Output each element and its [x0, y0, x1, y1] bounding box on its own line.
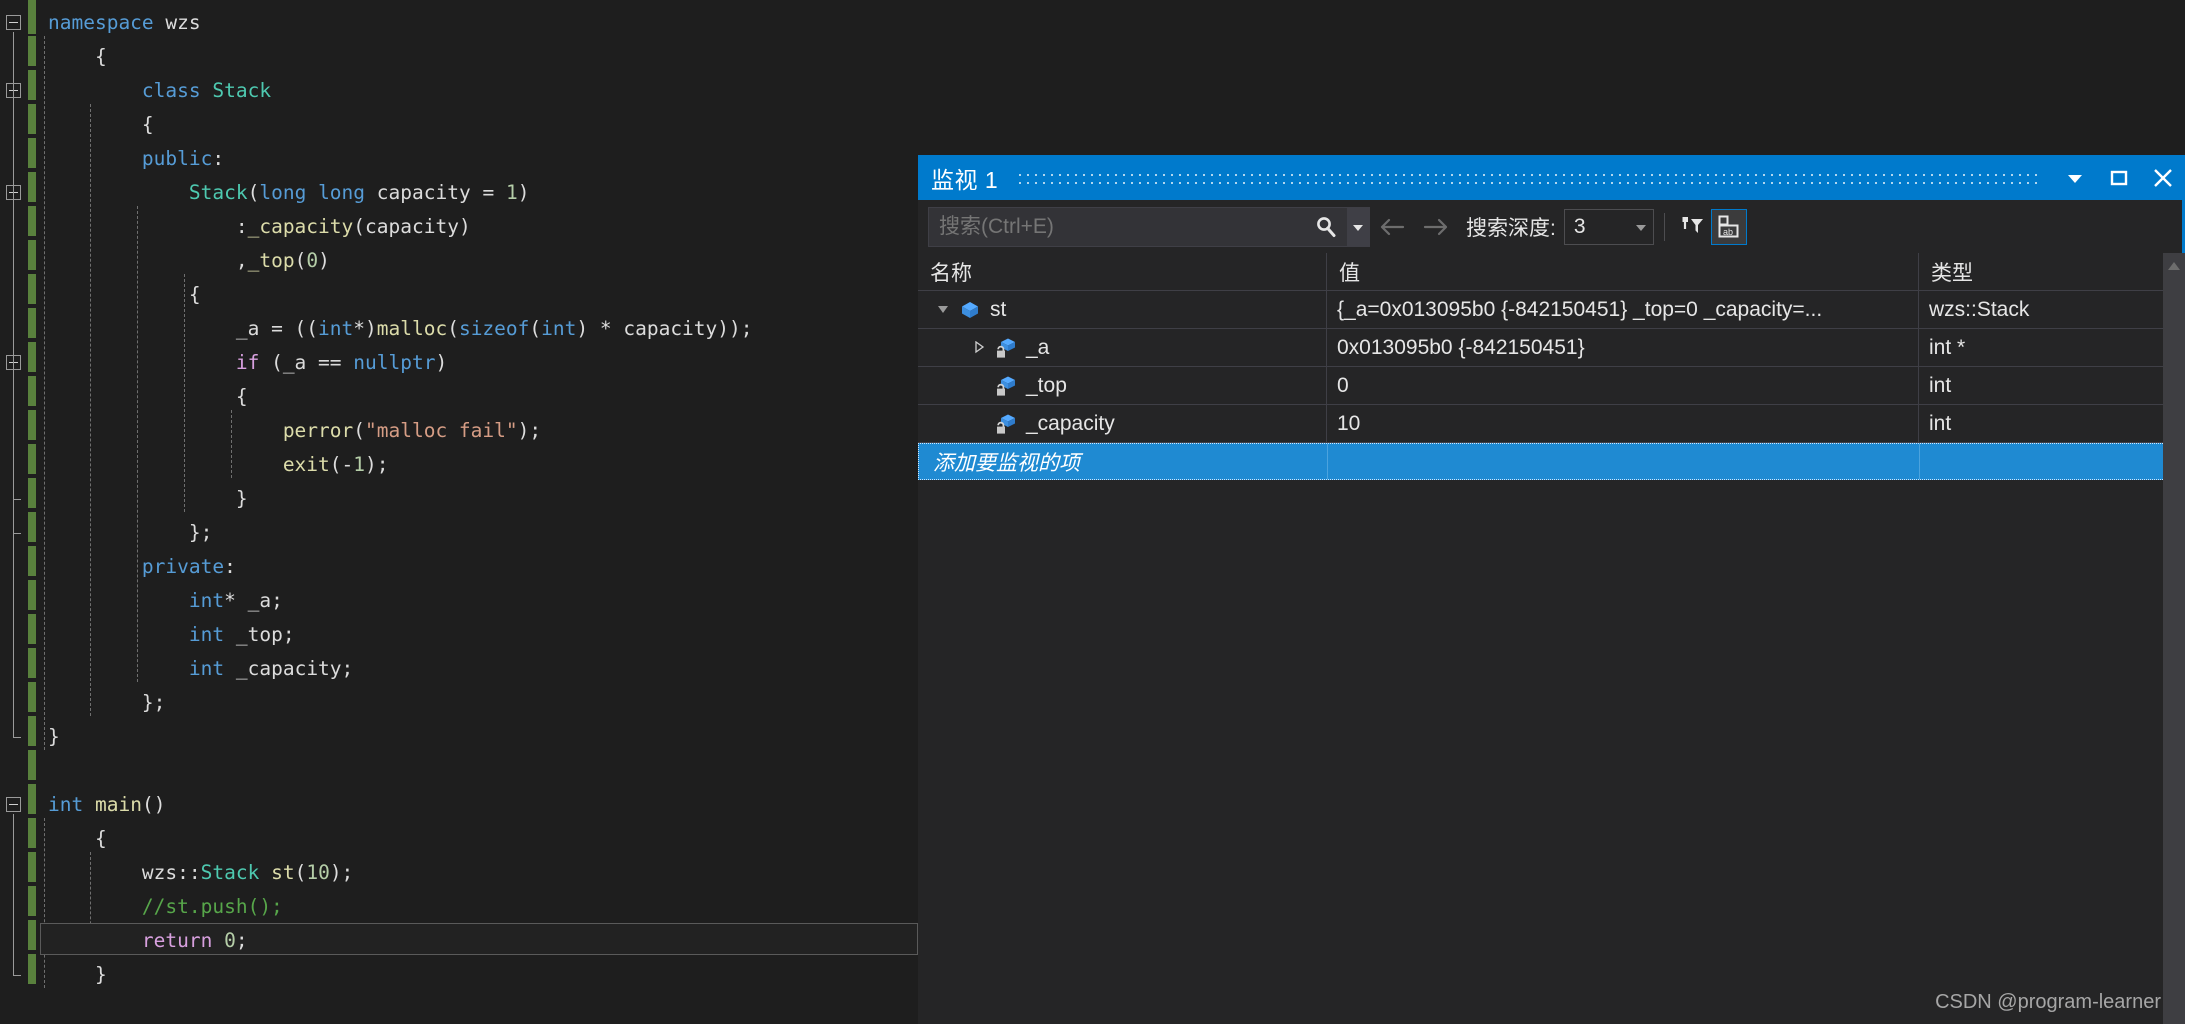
scroll-up-icon[interactable]: [2163, 253, 2185, 279]
code-line[interactable]: }: [0, 482, 753, 516]
code-line[interactable]: int main(): [0, 788, 753, 822]
watch-table[interactable]: 名称 值 类型 st {_a=0x013095b0 {-842150451} _t…: [918, 253, 2185, 1024]
add-watch-item-value[interactable]: [1328, 444, 1920, 479]
add-watch-item-row[interactable]: 添加要监视的项: [918, 443, 2185, 480]
watch-row-value[interactable]: 0x013095b0 {-842150451}: [1327, 329, 1919, 366]
maximize-icon[interactable]: [2097, 155, 2141, 200]
watch-toolbar[interactable]: 搜索深度: 3 ab: [918, 200, 2185, 253]
code-line[interactable]: int* _a;: [0, 584, 753, 618]
watch-row-name: _capacity: [1026, 411, 1115, 435]
code-line[interactable]: private:: [0, 550, 753, 584]
object-cube-icon: [956, 299, 984, 321]
code-line[interactable]: {: [0, 278, 753, 312]
close-icon[interactable]: [2141, 155, 2185, 200]
search-depth-value: 3: [1573, 214, 1586, 238]
pin-filter-icon[interactable]: [1675, 209, 1711, 245]
chevron-down-icon[interactable]: [2053, 155, 2097, 200]
search-next-arrow-right-icon[interactable]: [1414, 207, 1458, 247]
row-expander-collapse-icon[interactable]: [930, 303, 956, 316]
code-line[interactable]: int _capacity;: [0, 652, 753, 686]
code-line[interactable]: };: [0, 686, 753, 720]
code-line[interactable]: exit(-1);: [0, 448, 753, 482]
watch-row-name: st: [990, 297, 1007, 321]
watch-vertical-scrollbar[interactable]: [2163, 253, 2185, 1024]
ab-display-icon[interactable]: ab: [1710, 208, 1747, 245]
table-row[interactable]: _a 0x013095b0 {-842150451} int *: [918, 329, 2185, 367]
watch-row-name: _top: [1026, 373, 1067, 397]
code-line[interactable]: [0, 754, 753, 788]
code-line[interactable]: public:: [0, 142, 753, 176]
watch-row-value[interactable]: 10: [1327, 405, 1919, 442]
column-header-type[interactable]: 类型: [1919, 253, 2185, 290]
add-watch-item-label[interactable]: 添加要监视的项: [919, 444, 1328, 479]
watch-table-body[interactable]: st {_a=0x013095b0 {-842150451} _top=0 _ca…: [918, 291, 2185, 443]
code-line[interactable]: {: [0, 108, 753, 142]
code-line[interactable]: int _top;: [0, 618, 753, 652]
code-line[interactable]: if (_a == nullptr): [0, 346, 753, 380]
watch-row-name-cell[interactable]: _top: [918, 367, 1327, 404]
row-expander-expand-icon[interactable]: [966, 341, 992, 354]
column-header-value[interactable]: 值: [1327, 253, 1919, 290]
table-row[interactable]: st {_a=0x013095b0 {-842150451} _top=0 _ca…: [918, 291, 2185, 329]
code-line[interactable]: }: [0, 958, 753, 992]
watch-window[interactable]: 监视 1 搜索(Ctrl+E) 搜索深度: 3 ab 名称 值 类型 st {_…: [918, 155, 2185, 1024]
search-depth-select[interactable]: 3: [1563, 208, 1654, 245]
watch-row-type: int: [1929, 411, 1952, 435]
search-options-chevron-down-icon[interactable]: [1347, 207, 1369, 246]
code-line[interactable]: //st.push();: [0, 890, 753, 924]
private-field-icon: [992, 336, 1020, 360]
code-line[interactable]: }: [0, 720, 753, 754]
add-watch-item-type[interactable]: [1920, 444, 2184, 479]
code-line[interactable]: _a = ((int*)malloc(sizeof(int) * capacit…: [0, 312, 753, 346]
toolbar-separator: [1663, 212, 1665, 241]
code-line[interactable]: {: [0, 380, 753, 414]
titlebar-drag-handle[interactable]: [1016, 168, 2037, 187]
watch-row-type: int *: [1929, 335, 1966, 359]
table-row[interactable]: _top 0 int: [918, 367, 2185, 405]
code-line[interactable]: };: [0, 516, 753, 550]
watch-row-value[interactable]: {_a=0x013095b0 {-842150451} _top=0 _capa…: [1327, 291, 1919, 328]
code-line[interactable]: return 0;: [0, 924, 753, 958]
watch-row-type: wzs::Stack: [1929, 297, 2030, 321]
code-line[interactable]: :_capacity(capacity): [0, 210, 753, 244]
code-line[interactable]: wzs::Stack st(10);: [0, 856, 753, 890]
code-line[interactable]: class Stack: [0, 74, 753, 108]
private-field-icon: [992, 412, 1020, 436]
search-icon[interactable]: [1305, 208, 1347, 246]
search-box[interactable]: [928, 206, 1370, 247]
code-editor[interactable]: namespace wzs { class Stack { public: St…: [0, 0, 918, 1024]
search-input[interactable]: [929, 213, 1305, 240]
code-line[interactable]: perror("malloc fail");: [0, 414, 753, 448]
watch-window-titlebar[interactable]: 监视 1: [918, 155, 2185, 200]
watch-window-title: 监视 1: [931, 166, 999, 193]
watch-row-name-cell[interactable]: _a: [918, 329, 1327, 366]
code-line[interactable]: namespace wzs: [0, 6, 753, 40]
watch-row-value[interactable]: 0: [1327, 367, 1919, 404]
watch-row-name-cell[interactable]: st: [918, 291, 1327, 328]
search-prev-arrow-left-icon[interactable]: [1370, 207, 1414, 247]
table-row[interactable]: _capacity 10 int: [918, 405, 2185, 443]
watch-row-name: _a: [1026, 335, 1050, 359]
watch-table-header[interactable]: 名称 值 类型: [918, 253, 2185, 291]
private-field-icon: [992, 374, 1020, 398]
watch-row-name-cell[interactable]: _capacity: [918, 405, 1327, 442]
column-header-name[interactable]: 名称: [918, 253, 1327, 290]
svg-text:ab: ab: [1723, 227, 1733, 237]
code-line[interactable]: Stack(long long capacity = 1): [0, 176, 753, 210]
code-line[interactable]: {: [0, 822, 753, 856]
code-line[interactable]: {: [0, 40, 753, 74]
search-depth-label: 搜索深度:: [1466, 216, 1556, 240]
code-text[interactable]: namespace wzs { class Stack { public: St…: [0, 6, 753, 992]
chevron-down-icon[interactable]: [1629, 220, 1653, 234]
watermark: CSDN @program-learner: [1935, 991, 2161, 1013]
watch-row-type: int: [1929, 373, 1952, 397]
code-line[interactable]: ,_top(0): [0, 244, 753, 278]
